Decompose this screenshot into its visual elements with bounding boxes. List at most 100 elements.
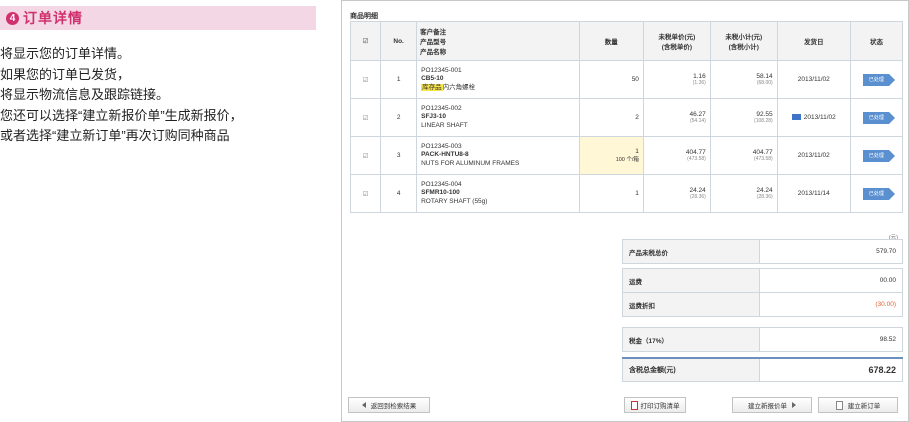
subtotal-tax: (68.00) bbox=[756, 80, 773, 86]
untaxed-total-label: 产品未税总价 bbox=[622, 239, 760, 264]
step-header: 4 订单详情 bbox=[0, 6, 316, 30]
header-product-line: 产品型号 bbox=[420, 39, 447, 46]
tax-label: 税金（17%） bbox=[622, 327, 760, 352]
step-title: 订单详情 bbox=[23, 10, 83, 26]
row-qty: 50 bbox=[578, 60, 644, 99]
row-status: 已处理 bbox=[849, 98, 904, 137]
row-subtotal: 404.77 (473.58) bbox=[709, 136, 778, 175]
triangle-right-icon bbox=[792, 402, 796, 408]
row-product: PO12345-002 SFJ3-10 LINEAR SHAFT bbox=[416, 98, 580, 137]
status-badge[interactable]: 已处理 bbox=[863, 73, 896, 86]
unit-price: 46.27 bbox=[689, 111, 706, 118]
header-subtotal-line: 未税小计(元) bbox=[725, 34, 763, 41]
triangle-left-icon bbox=[361, 402, 366, 408]
row-product: PO12345-003 PACK-HNTU8-8 NUTS FOR ALUMIN… bbox=[416, 136, 580, 175]
row-qty: 1 bbox=[578, 174, 644, 213]
create-new-quote-button[interactable]: 建立新报价单 bbox=[732, 397, 812, 413]
header-qty: 数量 bbox=[578, 21, 644, 61]
row-checkbox[interactable]: ☑ bbox=[349, 136, 382, 175]
customer-po: PO12345-001 bbox=[421, 66, 462, 74]
table-row: ☑ 4 PO12345-004 SFMR10-100 ROTARY SHAFT … bbox=[349, 174, 904, 213]
table-row: ☑ 2 PO12345-002 SFJ3-10 LINEAR SHAFT 2 4… bbox=[349, 98, 904, 137]
header-price: 未税单价(元) (含税单价) bbox=[642, 21, 711, 61]
new-quote-button-label: 建立新报价单 bbox=[748, 403, 787, 410]
row-no: 4 bbox=[380, 174, 418, 213]
status-badge[interactable]: 已处理 bbox=[863, 111, 896, 124]
unit-price-tax: (28.36) bbox=[689, 194, 706, 200]
qty-value: 1 bbox=[635, 190, 639, 197]
step-description: 将显示您的订单详情。 如果您的订单已发货， 将显示物流信息及跟踪链接。 您还可以… bbox=[0, 44, 316, 147]
create-new-order-button[interactable]: 建立新订单 bbox=[818, 397, 898, 413]
product-name-line: 库存品内六角螺栓 bbox=[421, 83, 574, 93]
product-code[interactable]: SFMR10-100 bbox=[421, 189, 574, 198]
qty-value: 50 bbox=[631, 76, 639, 83]
instruction-panel: 4 订单详情 将显示您的订单详情。 如果您的订单已发货， 将显示物流信息及跟踪链… bbox=[0, 0, 316, 422]
new-order-button-label: 建立新订单 bbox=[847, 403, 881, 410]
qty-unit: 100 个/箱 bbox=[615, 157, 639, 163]
row-checkbox[interactable]: ☑ bbox=[349, 60, 382, 99]
shipping-value: 00.00 bbox=[759, 268, 903, 293]
header-check[interactable]: ☑ bbox=[349, 21, 382, 61]
back-button-label: 返回到检索结果 bbox=[370, 403, 417, 410]
untaxed-total-value: 579.70 bbox=[759, 239, 903, 264]
back-to-results-button[interactable]: 返回到检索结果 bbox=[348, 397, 430, 413]
subtotal: 58.14 bbox=[756, 73, 773, 80]
shipping-label: 运费 bbox=[622, 268, 760, 293]
pdf-icon bbox=[630, 400, 638, 410]
row-status: 已处理 bbox=[849, 174, 904, 213]
product-name: ROTARY SHAFT (55g) bbox=[421, 197, 488, 205]
status-badge[interactable]: 已处理 bbox=[863, 149, 896, 162]
product-name: LINEAR SHAFT bbox=[421, 121, 468, 129]
header-subtotal-line: (含税小计) bbox=[728, 44, 759, 51]
summary-shipping: 运费 00.00 运费折扣 (30.00) bbox=[622, 268, 903, 317]
product-code[interactable]: PACK-HNTU8-8 bbox=[421, 151, 574, 160]
subtotal: 92.55 bbox=[756, 111, 773, 118]
description-line: 您还可以选择“建立新报价单”生成新报价， bbox=[0, 107, 243, 123]
status-badge[interactable]: 已处理 bbox=[863, 187, 896, 200]
print-order-list-button[interactable]: 打印订购清单 bbox=[624, 397, 686, 413]
row-ship-date: 2013/11/02 bbox=[776, 60, 851, 99]
description-line: 如果您的订单已发货， bbox=[0, 66, 131, 82]
header-product: 客户备注 产品型号 产品名称 bbox=[416, 21, 580, 61]
grand-total-label: 含税总金额(元) bbox=[622, 357, 760, 382]
table-row: ☑ 1 PO12345-001 CB5-10 库存品内六角螺栓 50 1.16 … bbox=[349, 60, 904, 99]
row-subtotal: 92.55 (108.28) bbox=[709, 98, 778, 137]
unit-price-tax: (54.14) bbox=[689, 118, 706, 124]
row-qty: 2 bbox=[578, 98, 644, 137]
description-line: 或者选择“建立新订单”再次订购同种商品 bbox=[0, 128, 230, 143]
customer-po: PO12345-004 bbox=[421, 180, 462, 188]
tax-value: 98.52 bbox=[759, 327, 903, 352]
summary-total: 含税总金额(元) 678.22 bbox=[622, 357, 903, 382]
row-ship-date: 2013/11/02 bbox=[776, 98, 851, 137]
tracking-icon[interactable] bbox=[791, 114, 801, 121]
row-product: PO12345-004 SFMR10-100 ROTARY SHAFT (55g… bbox=[416, 174, 580, 213]
description-line: 将显示您的订单详情。 bbox=[0, 46, 131, 61]
unit-price: 1.16 bbox=[693, 73, 706, 80]
row-price: 24.24 (28.36) bbox=[642, 174, 711, 213]
header-price-line: 未税单价(元) bbox=[658, 34, 696, 41]
unit-price: 24.24 bbox=[689, 187, 706, 194]
header-product-line: 客户备注 bbox=[420, 29, 447, 36]
shipping-discount-label: 运费折扣 bbox=[622, 292, 760, 317]
print-button-label: 打印订购清单 bbox=[640, 403, 680, 410]
header-ship-date: 发货日 bbox=[776, 21, 851, 61]
product-code[interactable]: SFJ3-10 bbox=[421, 113, 574, 122]
row-checkbox[interactable]: ☑ bbox=[349, 174, 382, 213]
qty-value: 2 bbox=[635, 114, 639, 121]
grand-total-value: 678.22 bbox=[759, 357, 903, 382]
row-no: 2 bbox=[380, 98, 418, 137]
row-checkbox[interactable]: ☑ bbox=[349, 98, 382, 137]
row-price: 404.77 (473.58) bbox=[642, 136, 711, 175]
product-code[interactable]: CB5-10 bbox=[421, 75, 574, 84]
product-name: 内六角螺栓 bbox=[442, 83, 476, 91]
row-subtotal: 58.14 (68.00) bbox=[709, 60, 778, 99]
subtotal-tax: (28.36) bbox=[756, 194, 773, 200]
row-ship-date: 2013/11/14 bbox=[776, 174, 851, 213]
header-subtotal: 未税小计(元) (含税小计) bbox=[709, 21, 778, 61]
row-price: 46.27 (54.14) bbox=[642, 98, 711, 137]
customer-po: PO12345-002 bbox=[421, 104, 462, 112]
table-row: ☑ 3 PO12345-003 PACK-HNTU8-8 NUTS FOR AL… bbox=[349, 136, 904, 175]
summary-tax: 税金（17%） 98.52 bbox=[622, 327, 903, 352]
unit-price-tax: (1.36) bbox=[692, 80, 706, 86]
summary-untaxed: 产品未税总价 579.70 bbox=[622, 239, 903, 264]
